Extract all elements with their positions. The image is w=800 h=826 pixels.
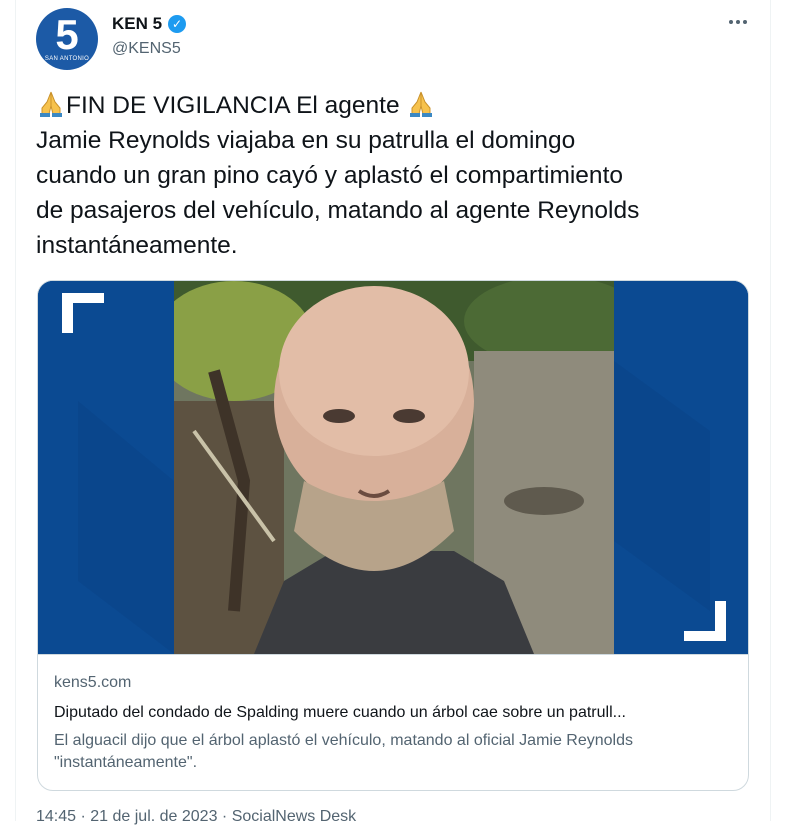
link-card-meta[interactable]: kens5.com Diputado del condado de Spaldi… (38, 654, 748, 790)
tweet-text: FIN DE VIGILANCIA El agente Jamie Reynol… (36, 88, 756, 263)
tweet-timestamp[interactable]: 14:45 · 21 de jul. de 2023 · SocialNews … (36, 808, 356, 826)
tweet-line-5: instantáneamente. (36, 232, 238, 259)
tweet-line-1: FIN DE VIGILANCIA El agente (36, 88, 756, 123)
link-title: Diputado del condado de Spalding muere c… (54, 704, 626, 721)
author-handle[interactable]: @KENS5 (112, 40, 181, 58)
verified-badge-icon: ✓ (168, 15, 187, 33)
brand-panel-left (38, 281, 174, 654)
folded-hands-icon (40, 91, 62, 117)
tweet-line-2: Jamie Reynolds viajaba en su patrulla el… (36, 127, 576, 154)
folded-hands-icon (410, 91, 433, 117)
more-options-icon[interactable] (726, 10, 750, 34)
photo-man-outdoors (174, 281, 614, 654)
link-description: El alguacil dijo que el árbol aplastó el… (54, 732, 633, 771)
avatar[interactable]: 5 SAN ANTONIO (36, 8, 98, 70)
link-card-image[interactable] (38, 281, 748, 654)
avatar-logo-number: 5 (55, 11, 79, 58)
link-preview-card[interactable]: kens5.com Diputado del condado de Spaldi… (37, 280, 749, 791)
tweet-line-3: cuando un gran pino cayó y aplastó el co… (36, 162, 623, 189)
tweet-line-4: de pasajeros del vehículo, matando al ag… (36, 197, 640, 224)
author-display-name[interactable]: KEN 5 (112, 14, 162, 34)
link-domain: kens5.com (54, 674, 132, 691)
corner-bracket-bottom-right-icon (614, 281, 748, 654)
brand-panel-right (614, 281, 748, 654)
corner-bracket-top-left-icon (38, 281, 174, 654)
avatar-logo-subtext: SAN ANTONIO (44, 56, 90, 62)
tweet-line-1-text: FIN DE VIGILANCIA El agente (66, 92, 400, 119)
author-name-row[interactable]: KEN 5 ✓ (112, 14, 187, 34)
